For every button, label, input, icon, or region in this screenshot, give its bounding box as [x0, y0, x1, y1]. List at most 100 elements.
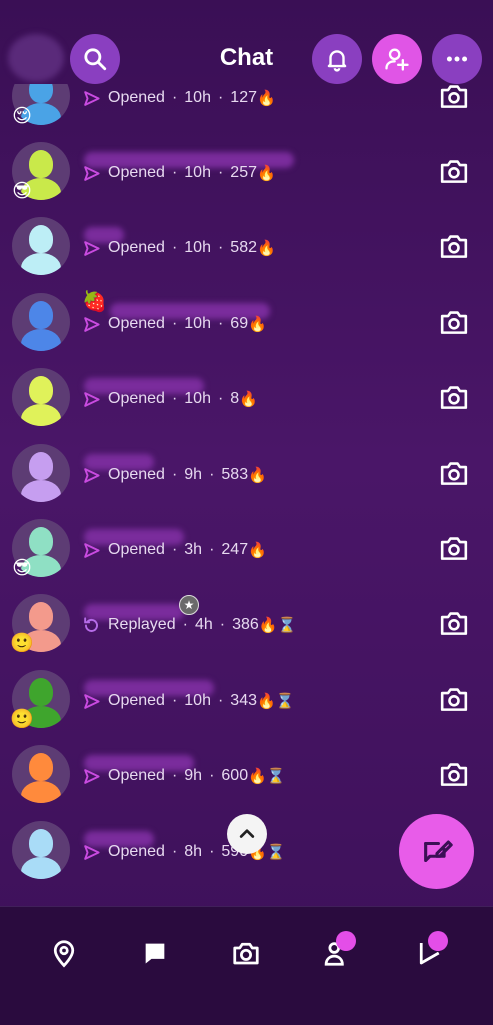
new-chat-button[interactable]: [399, 814, 474, 889]
chat-row[interactable]: 🙂 ★ Replayed · 4h · 386 🔥 ⌛: [0, 594, 493, 669]
streak-count: 127: [230, 89, 257, 106]
friend-emoji: 😎: [12, 181, 32, 202]
add-friend-button[interactable]: [372, 34, 422, 84]
camera-reply-icon[interactable]: [439, 384, 469, 410]
fire-icon: 🔥: [257, 165, 276, 182]
status-text: Opened: [108, 843, 165, 860]
camera-reply-icon[interactable]: [439, 309, 469, 335]
notifications-button[interactable]: [312, 34, 362, 84]
time-text: 10h: [184, 315, 211, 332]
opened-arrow-icon: [84, 90, 100, 106]
separator: ·: [171, 541, 178, 558]
chat-row[interactable]: Opened · 10h · 582 🔥: [0, 217, 493, 292]
chat-status: Opened · 10h · 257 🔥: [82, 163, 276, 183]
chat-row[interactable]: Opened · 9h · 600 🔥 ⌛: [0, 745, 493, 820]
separator: ·: [217, 89, 224, 106]
friend-emoji: 🙂: [10, 709, 34, 730]
fire-icon: 🔥: [258, 617, 278, 634]
status-text: Opened: [108, 164, 165, 181]
friend-avatar[interactable]: [12, 745, 70, 803]
status-text: Opened: [108, 315, 165, 332]
fire-icon: 🔥: [257, 90, 276, 107]
streak-count: 257: [230, 164, 257, 181]
nav-camera[interactable]: [228, 935, 264, 971]
time-text: 4h: [194, 616, 213, 633]
chat-status: Opened · 10h · 343 🔥 ⌛: [82, 691, 294, 711]
status-text: Opened: [108, 541, 165, 558]
nav-stories[interactable]: [320, 931, 356, 971]
hourglass-icon: ⌛: [266, 844, 286, 861]
separator: ·: [171, 692, 178, 709]
more-button[interactable]: [432, 34, 482, 84]
separator: ·: [217, 390, 224, 407]
streak-count: 8: [230, 390, 240, 407]
camera-reply-icon[interactable]: [439, 610, 469, 636]
separator: ·: [171, 466, 178, 483]
chat-status: Opened · 3h · 247 🔥: [82, 540, 267, 560]
nav-spotlight[interactable]: [412, 931, 448, 971]
chat-status: Replayed · 4h · 386 🔥 ⌛: [82, 615, 296, 635]
fire-icon: 🔥: [239, 391, 258, 408]
camera-reply-icon[interactable]: [439, 84, 469, 109]
friend-avatar[interactable]: [12, 217, 70, 275]
fire-icon: 🔥: [248, 467, 267, 484]
friend-emoji: 😌: [12, 106, 32, 127]
status-text: Opened: [108, 89, 165, 106]
camera-reply-icon[interactable]: [439, 686, 469, 712]
camera-reply-icon[interactable]: [439, 158, 469, 184]
status-text: Opened: [108, 390, 165, 407]
chat-row[interactable]: 🙂 Opened · 10h · 343 🔥 ⌛: [0, 670, 493, 745]
streak-count: 247: [221, 541, 249, 558]
separator: ·: [217, 164, 224, 181]
scroll-to-top-button[interactable]: [227, 814, 267, 854]
chevron-up-icon: [239, 829, 255, 838]
hourglass-icon: ⌛: [266, 768, 286, 785]
friend-avatar[interactable]: [12, 444, 70, 502]
chat-row[interactable]: 🍓 Opened · 10h · 69 🔥: [0, 291, 493, 368]
separator: ·: [182, 616, 188, 633]
chat-icon: [145, 943, 165, 964]
add-friend-icon: [385, 48, 409, 71]
fire-icon: 🔥: [257, 693, 276, 710]
more-icon: [446, 56, 468, 62]
chat-status: Opened · 10h · 69 🔥: [82, 314, 267, 334]
bell-icon: [327, 50, 347, 72]
time-text: 3h: [184, 541, 203, 558]
opened-arrow-icon: [84, 316, 100, 332]
chat-row[interactable]: Opened · 10h · 8 🔥: [0, 368, 493, 443]
nav-map[interactable]: [46, 935, 82, 971]
chat-row[interactable]: 😎 Opened · 3h · 247 🔥: [0, 519, 493, 594]
chat-row[interactable]: 😌 Opened · 10h · 127 🔥: [0, 84, 493, 142]
chat-list[interactable]: 😌 Opened · 10h · 127 🔥 😎 Opened · 10h · 257 🔥 Opened · 1…: [0, 84, 493, 906]
time-text: 8h: [184, 843, 203, 860]
chat-row[interactable]: 😎 Opened · 10h · 257 🔥: [0, 142, 493, 217]
status-text: Opened: [108, 466, 165, 483]
friend-avatar[interactable]: [12, 368, 70, 426]
separator: ·: [209, 541, 215, 558]
friend-avatar[interactable]: [12, 821, 70, 879]
fire-icon: 🔥: [257, 240, 276, 257]
camera-reply-icon[interactable]: [439, 460, 469, 486]
friend-emoji: 😎: [12, 558, 32, 579]
status-text: Opened: [108, 767, 165, 784]
separator: ·: [219, 616, 226, 633]
streak-count: 582: [230, 239, 257, 256]
camera-reply-icon[interactable]: [439, 761, 469, 787]
friend-avatar[interactable]: [12, 293, 70, 351]
nav-chat[interactable]: [137, 935, 173, 971]
star-badge-icon: ★: [179, 595, 199, 615]
camera-reply-icon[interactable]: [439, 535, 469, 561]
time-text: 10h: [184, 390, 211, 407]
chat-status: Opened · 10h · 8 🔥: [82, 389, 258, 409]
separator: ·: [171, 767, 178, 784]
hourglass-icon: ⌛: [275, 693, 295, 710]
camera-icon: [233, 942, 259, 965]
status-text: Replayed: [108, 616, 176, 633]
opened-arrow-icon: [84, 693, 100, 709]
camera-reply-icon[interactable]: [439, 233, 469, 259]
chat-row[interactable]: Opened · 9h · 583 🔥: [0, 444, 493, 519]
separator: ·: [171, 843, 178, 860]
opened-arrow-icon: [84, 391, 100, 407]
streak-count: 386: [232, 616, 259, 633]
fire-icon: 🔥: [248, 768, 267, 785]
